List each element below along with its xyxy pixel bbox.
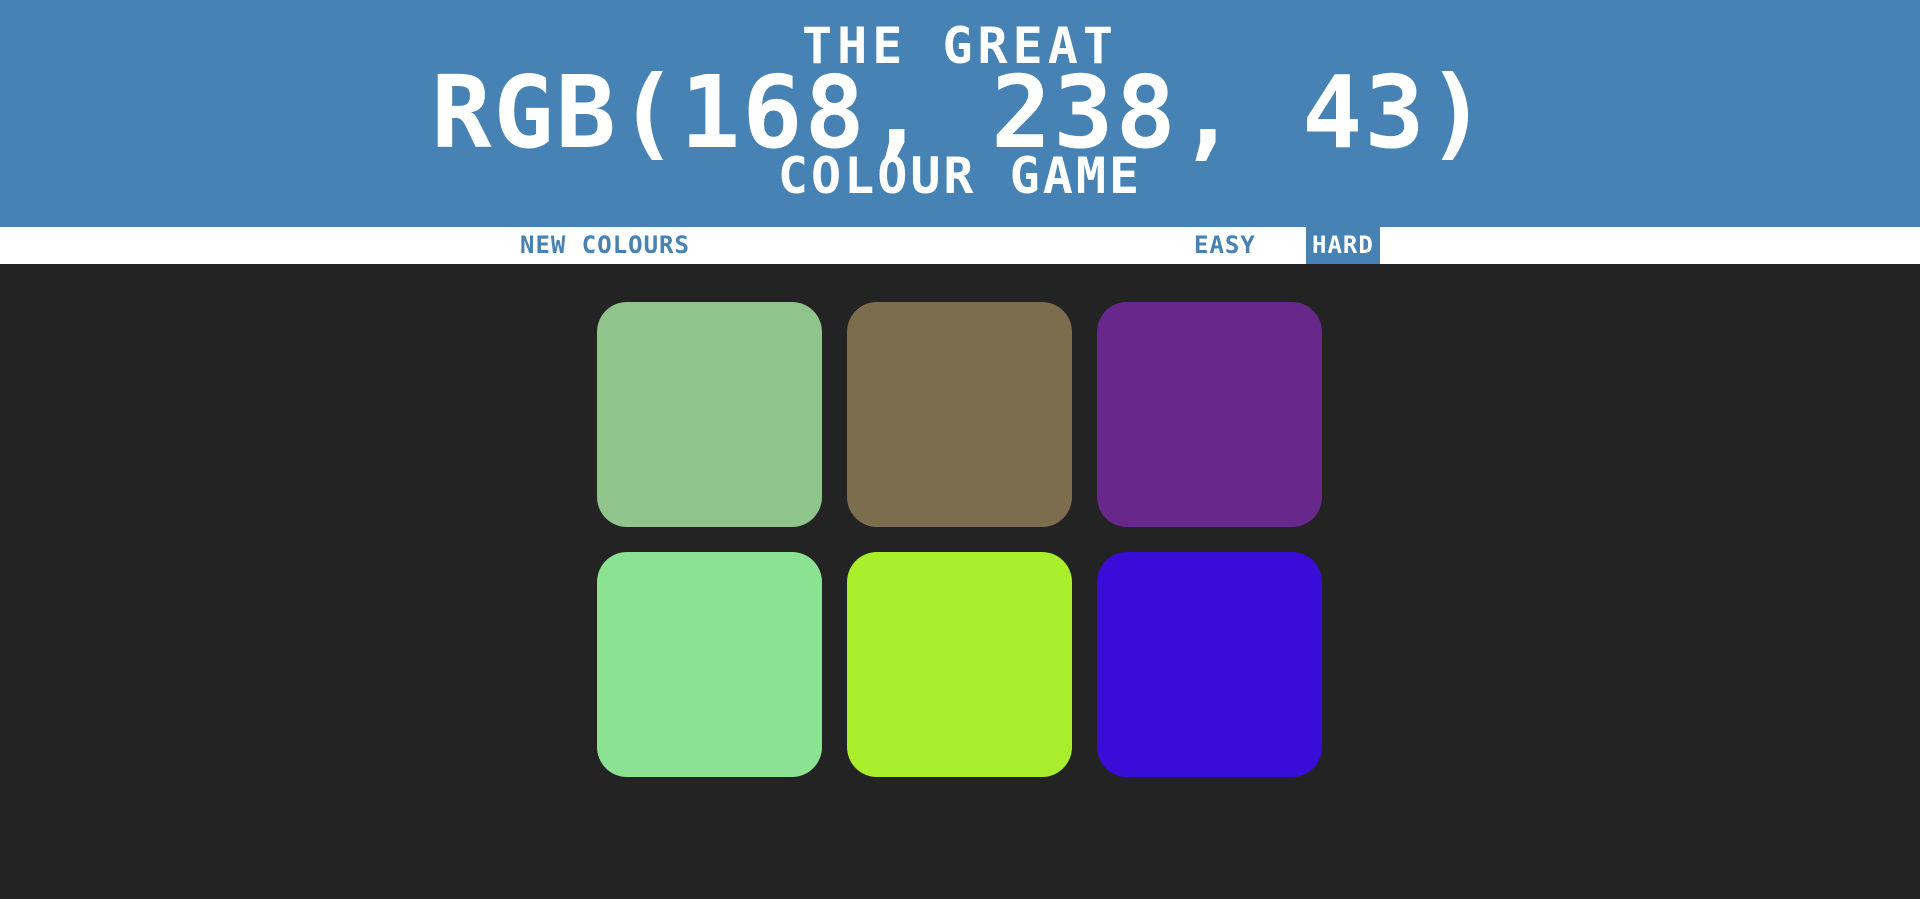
hard-mode-button[interactable]: HARD bbox=[1306, 227, 1380, 264]
color-square[interactable] bbox=[847, 552, 1072, 777]
color-square[interactable] bbox=[1097, 302, 1322, 527]
new-colours-button[interactable]: NEW COLOURS bbox=[514, 227, 696, 264]
status-message bbox=[760, 227, 1160, 264]
color-grid bbox=[597, 302, 1322, 777]
game-header: THE GREAT RGB(168, 238, 43) COLOUR GAME bbox=[0, 0, 1920, 227]
easy-mode-button[interactable]: EASY bbox=[1188, 227, 1262, 264]
color-square[interactable] bbox=[597, 552, 822, 777]
color-square[interactable] bbox=[1097, 552, 1322, 777]
color-square[interactable] bbox=[847, 302, 1072, 527]
color-square[interactable] bbox=[597, 302, 822, 527]
title-bottom: COLOUR GAME bbox=[777, 147, 1143, 205]
